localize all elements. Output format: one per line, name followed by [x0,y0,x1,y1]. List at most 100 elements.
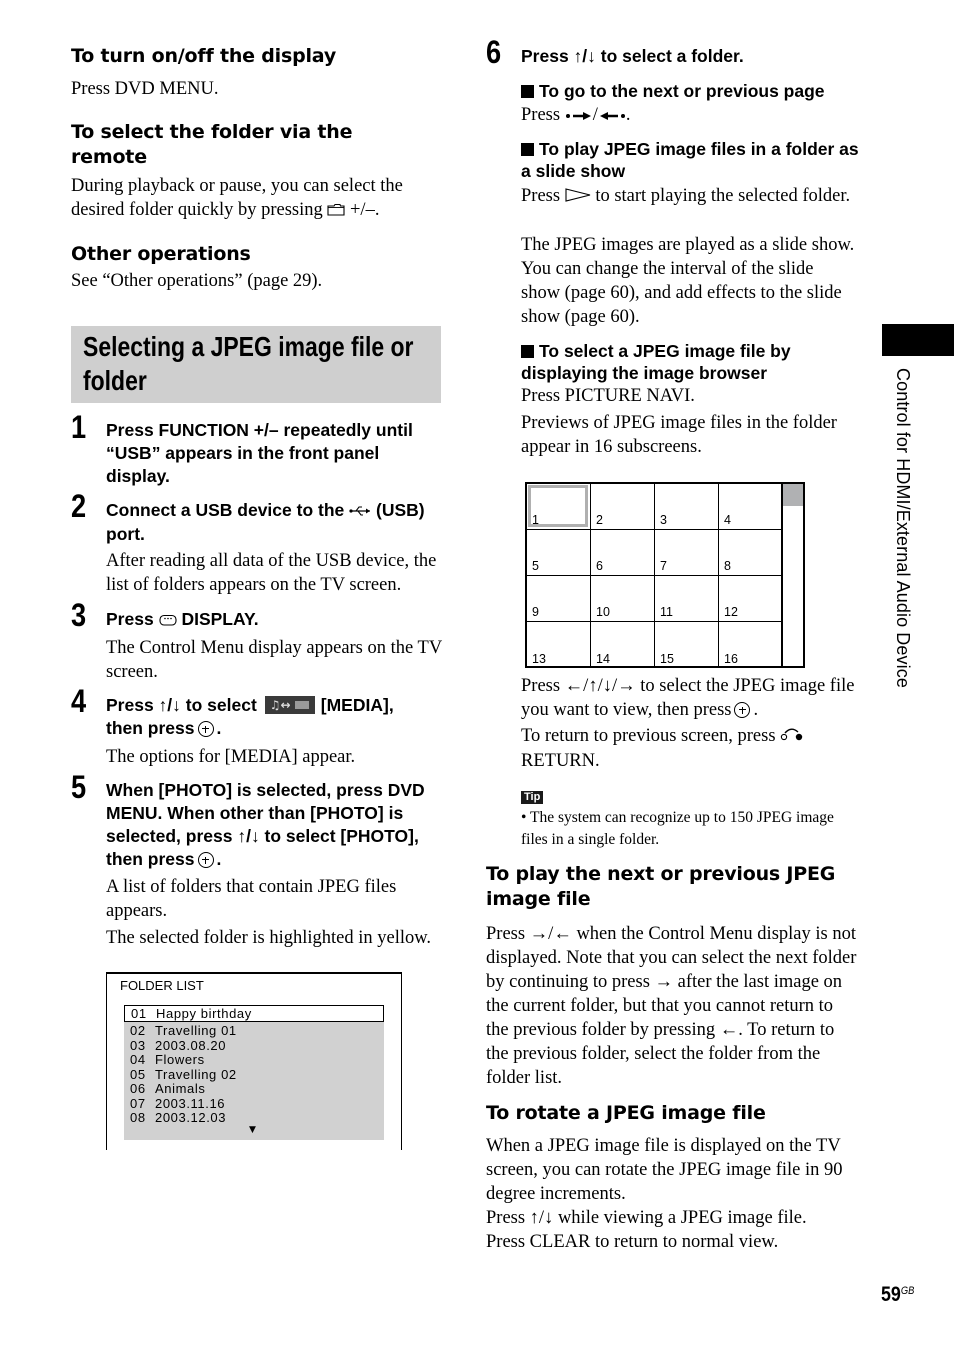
folder-item[interactable]: 08 2003.12.03 [124,1110,384,1125]
thumbnail-number: 4 [724,513,731,527]
image-thumbnail-cell[interactable]: 7 [655,530,719,576]
step-4-title: Press ↑/↓ to select ♫↔ [MEDIA], then press… [106,695,394,738]
play-button-icon [565,185,591,209]
step-3-title-b: DISPLAY. [181,609,259,629]
folder-item-number: 04 [130,1052,146,1067]
image-browser: 1 2 3 4 5 6 7 8 9 10 11 12 13 14 15 16 [525,482,805,668]
next-button-icon [565,104,593,128]
text-rotate-1: When a JPEG image file is displayed on t… [486,1136,843,1204]
folder-item-number: 07 [130,1095,146,1111]
step-2-body: After reading all data of the USB device… [106,551,437,595]
image-thumbnail-cell[interactable]: 15 [655,622,719,668]
step-4-body: The options for [MEDIA] appear. [106,747,356,767]
text-slide-show: Press to start playing the selected fold… [521,184,856,209]
folder-item[interactable]: 06 Animals [124,1081,384,1096]
thumbnail-number: 15 [660,652,674,666]
subheading-slide-show-text: To play JPEG image files in a folder as … [521,139,859,181]
image-thumbnail-cell[interactable]: 11 [655,576,719,622]
text-rotate-2: Press ↑/↓ while viewing a JPEG image fil… [486,1208,807,1228]
subheading-slide-show: To play JPEG image files in a folder as … [521,138,861,182]
folder-item[interactable]: 02 Travelling 01 [124,1023,384,1038]
heading-other-operations: Other operations [71,243,251,265]
text-select-image-b: . [753,700,759,720]
music-note-icon: ♫↔ [269,698,291,712]
step-4-number: 4 [71,683,87,719]
step-1-title: Press FUNCTION +/– repeatedly until “USB… [106,420,413,486]
folder-item-number: 06 [130,1081,146,1096]
usb-icon [349,500,371,523]
step-3-number: 3 [71,597,87,633]
image-thumbnail-cell[interactable]: 16 [719,622,783,668]
step-5-body-2: The selected folder is highlighted in ye… [106,928,432,948]
tip-badge: Tip [521,791,544,804]
text-select-image-a: Press ←/↑/↓/→ to select the JPEG image f… [521,676,855,720]
image-thumbnail-cell[interactable]: 4 [719,484,783,530]
subheading-image-browser-text: To select a JPEG image file by displayin… [521,341,791,383]
page-number-suffix: GB [900,1285,915,1297]
text-other-operations: See “Other operations” (page 29). [71,271,323,291]
heading-rotate: To rotate a JPEG image file [486,1102,766,1124]
image-thumbnail-cell[interactable]: 3 [655,484,719,530]
text-image-browser-1: Press PICTURE NAVI. [521,386,695,406]
enter-button-icon [734,702,751,718]
step-3-title-a: Press [106,609,154,629]
folder-item[interactable]: 03 2003.08.20 [124,1038,384,1053]
text-slide-show-2: The JPEG images are played as a slide sh… [521,235,855,327]
subheading-image-browser: To select a JPEG image file by displayin… [521,340,856,384]
enter-button-icon [197,721,214,737]
picture-icon [294,701,309,709]
text-slide-show-a: Press [521,186,561,206]
folder-item-name: Travelling 01 [155,1023,237,1038]
thumbnail-number: 11 [660,605,673,619]
text-image-browser-2: Previews of JPEG image files in the fold… [521,413,837,457]
step-5-body-1: A list of folders that contain JPEG file… [106,877,397,921]
folder-icon [327,199,345,223]
folder-item[interactable]: 07 2003.11.16 [124,1096,384,1111]
image-thumbnail-cell[interactable]: 2 [591,484,655,530]
step-3-title: Press DISPLAY. [106,608,446,632]
step-4-title-c: then press [106,718,195,738]
folder-item-name: Travelling 02 [155,1066,237,1082]
chapter-tab-label: Control for HDMI/External Audio Device [893,368,913,688]
folder-item[interactable]: 01 Happy birthday [124,1005,384,1022]
scrollbar[interactable] [781,484,803,666]
folder-item-name: Happy birthday [156,1006,252,1021]
folder-item[interactable]: 05 Travelling 02 [124,1067,384,1082]
subheading-next-page: To go to the next or previous page [521,80,861,102]
step-4-title-a: Press ↑/↓ to select [106,695,257,715]
thumbnail-number: 6 [596,559,603,573]
text-return-a: To return to previous screen, press [521,726,776,746]
folder-item[interactable]: 04 Flowers [124,1052,384,1067]
thumbnail-number: 2 [596,513,603,527]
square-bullet-icon [521,85,534,98]
scroll-down-indicator-icon[interactable]: ▼ [249,1125,256,1135]
text-next-page-a: Press [521,105,561,125]
step-5-number: 5 [71,769,87,805]
image-thumbnail-cell[interactable]: 9 [527,576,591,622]
section-title: Selecting a JPEG image file or folder [83,331,414,396]
thumbnail-number: 12 [724,605,738,619]
image-thumbnail-cell[interactable]: 10 [591,576,655,622]
scrollbar-thumb[interactable] [782,484,803,506]
return-button-icon [780,725,804,749]
page-number-value: 59 [881,1283,901,1306]
text-turn-display: Press DVD MENU. [71,79,219,99]
image-thumbnail-cell[interactable]: 5 [527,530,591,576]
image-thumbnail-cell[interactable]: 6 [591,530,655,576]
thumbnail-number: 10 [596,605,610,619]
image-thumbnail-cell[interactable]: 12 [719,576,783,622]
folder-list-title: FOLDER LIST [120,978,204,993]
heading-turn-display: To turn on/off the display [71,45,337,67]
text-next-previous: Press →/← when the Control Menu display … [486,924,857,1088]
thumbnail-number: 9 [532,605,539,619]
thumbnail-number: 16 [724,652,738,666]
display-button-icon [159,609,177,632]
image-thumbnail-cell[interactable]: 14 [591,622,655,668]
step-4-title-b: [MEDIA], [320,695,394,715]
thumbnail-number: 5 [532,559,539,573]
image-thumbnail-cell[interactable]: 8 [719,530,783,576]
step-5-title-c: then press [106,849,195,869]
text-return-b: RETURN. [521,750,600,771]
image-thumbnail-cell[interactable]: 13 [527,622,591,668]
image-thumbnail-cell[interactable]: 1 [527,484,591,530]
